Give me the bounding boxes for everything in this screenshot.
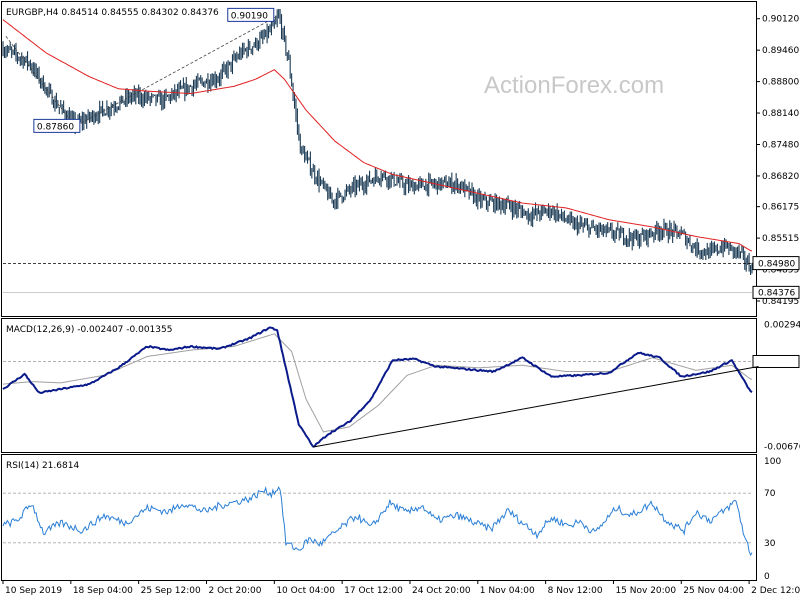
price-y-tick-label: 0.86175 [762, 203, 799, 213]
price-y-tick-label: 0.86820 [762, 172, 799, 182]
eurgbp-chart: EURGBP,H4 0.84514 0.84555 0.84302 0.8437… [1, 1, 800, 596]
price-y-tick-label: 0.90120 [762, 15, 799, 25]
rsi-y-tick-label: 70 [764, 489, 776, 499]
macd-zero-box [752, 354, 800, 368]
x-tick-label: 15 Nov 20:00 [615, 586, 676, 596]
macd-trendline [313, 366, 759, 448]
price-y-tick-label: 0.88800 [762, 78, 799, 88]
rsi-y-tick-label: 0 [764, 572, 770, 582]
rsi-line [2, 486, 753, 557]
x-tick-label: 10 Sep 2019 [5, 586, 62, 596]
x-tick-label: 1 Nov 04:00 [480, 586, 535, 596]
watermark: ActionForex.com [484, 72, 664, 99]
rsi-title: RSI(14) 21.6814 [6, 461, 79, 471]
rsi-y-tick-label: 100 [764, 457, 781, 467]
price-y-tick-label: 0.89460 [762, 46, 799, 56]
x-tick-label: 24 Oct 20:00 [412, 586, 471, 596]
zigzag-line [5, 15, 279, 127]
price-y-tick-label: 0.85515 [762, 234, 799, 244]
x-tick-label: 2 Oct 20:00 [208, 586, 261, 596]
annotation-low-label: 0.87860 [37, 122, 74, 132]
x-tick-label: 25 Nov 04:00 [683, 586, 744, 596]
chart-container: EURGBP,H4 0.84514 0.84555 0.84302 0.8437… [0, 0, 800, 600]
macd-title: MACD(12,26,9) -0.002407 -0.001355 [6, 325, 172, 335]
macd-signal-line [2, 333, 752, 433]
macd-y-tick-label: 0.002942 [764, 321, 800, 331]
panel-frame-1 [1, 1, 757, 317]
x-tick-label: 25 Sep 12:00 [141, 586, 201, 596]
moving-average-line [2, 19, 752, 252]
macd-line [2, 326, 753, 448]
annotation-high-label: 0.90190 [231, 11, 268, 21]
x-tick-label: 10 Oct 04:00 [276, 586, 335, 596]
rsi-y-tick-label: 30 [764, 539, 776, 549]
x-tick-label: 8 Nov 12:00 [548, 586, 603, 596]
x-tick-label: 17 Oct 12:00 [344, 586, 403, 596]
price-title: EURGBP,H4 0.84514 0.84555 0.84302 0.8437… [6, 8, 219, 18]
x-tick-label: 2 Dec 12:00 [751, 586, 800, 596]
x-tick-label: 18 Sep 04:00 [73, 586, 133, 596]
support-label: 0.84980 [758, 260, 795, 270]
price-y-tick-label: 0.87480 [762, 140, 799, 150]
last-price-label: 0.84376 [758, 288, 795, 298]
macd-y-tick-label: -0.006761 [764, 442, 800, 452]
price-y-tick-label: 0.88140 [762, 109, 799, 119]
